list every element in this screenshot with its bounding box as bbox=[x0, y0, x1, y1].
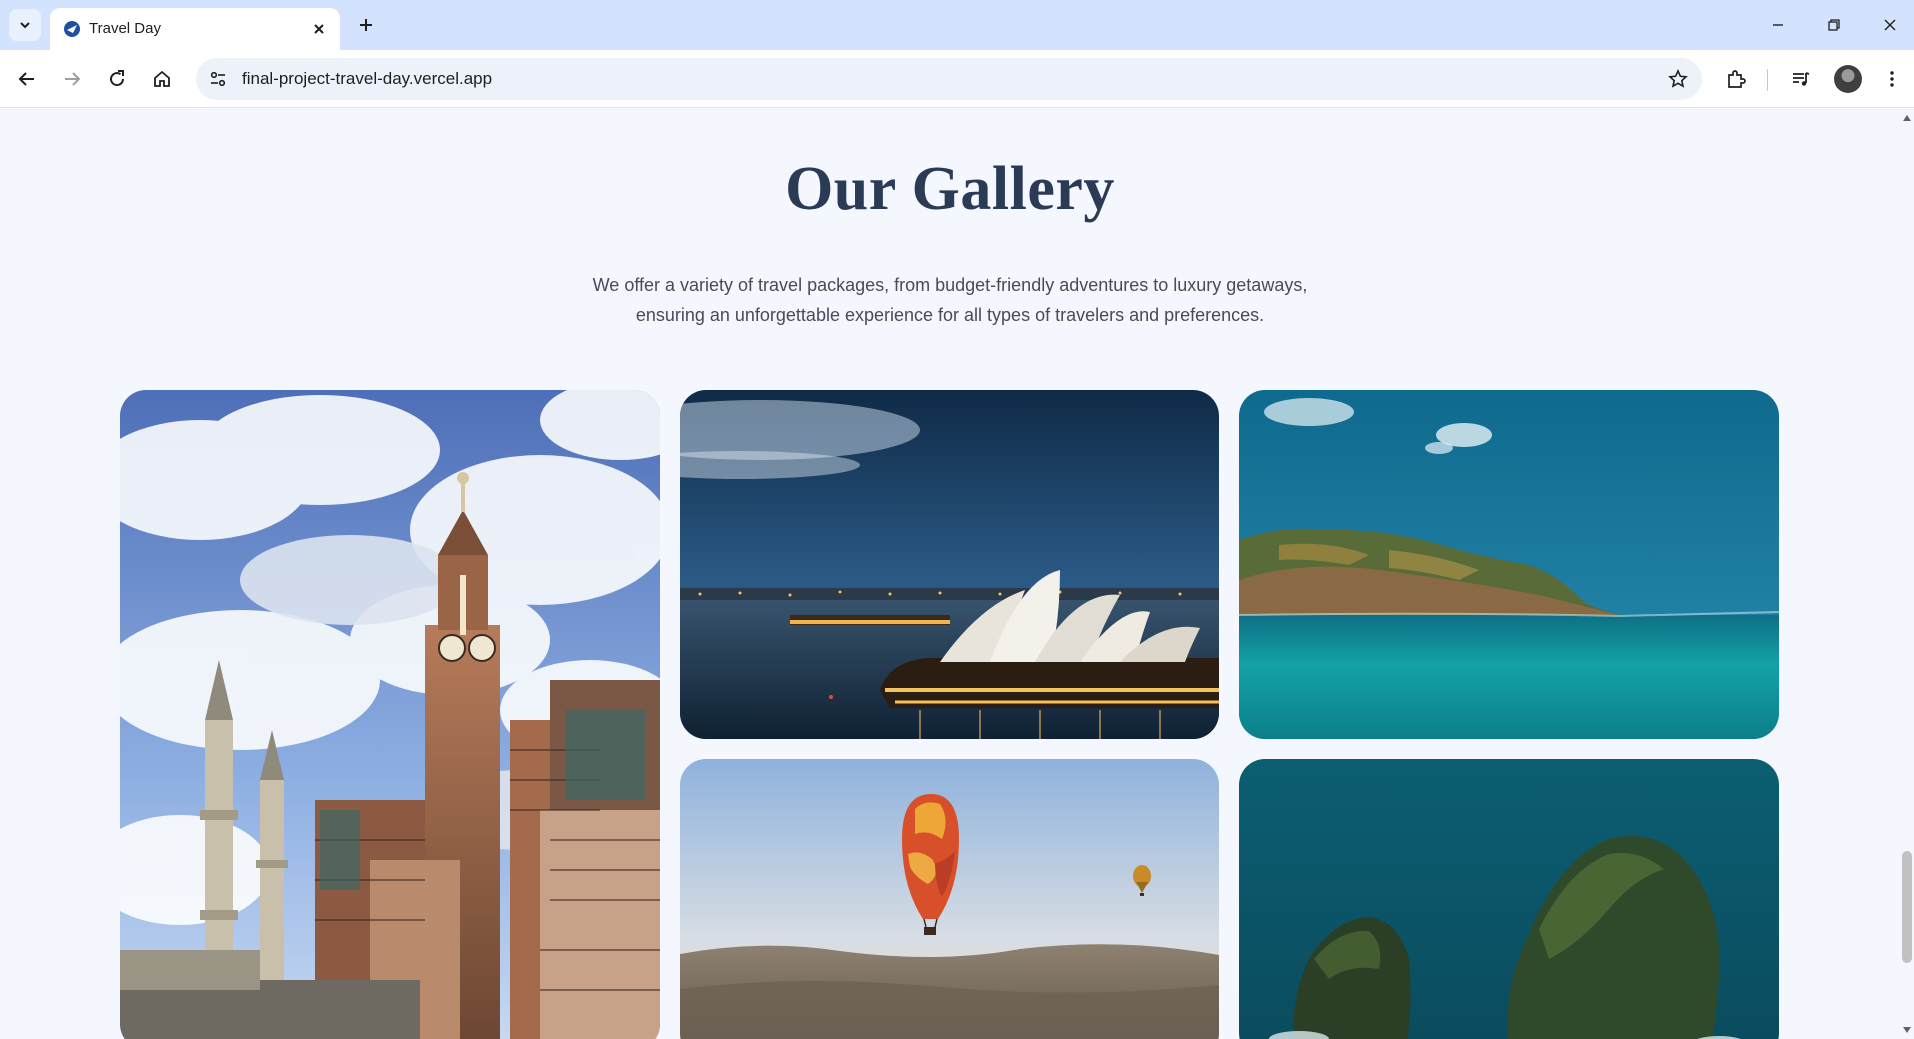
tab-strip: Travel Day bbox=[0, 0, 1914, 50]
restore-button[interactable] bbox=[1814, 10, 1854, 40]
site-favicon-icon bbox=[64, 21, 80, 37]
minimize-button[interactable] bbox=[1758, 10, 1798, 40]
minimize-icon bbox=[1773, 24, 1783, 26]
gallery-description-line-1: We offer a variety of travel packages, f… bbox=[592, 275, 1308, 295]
home-icon bbox=[154, 70, 170, 87]
profile-avatar[interactable] bbox=[1834, 65, 1862, 93]
close-icon bbox=[1884, 19, 1896, 31]
queue-music-icon bbox=[1793, 72, 1810, 86]
page-scrollbar[interactable] bbox=[1900, 109, 1914, 1039]
forward-button[interactable] bbox=[56, 63, 88, 95]
gallery-image-clock-tower[interactable] bbox=[120, 390, 660, 1039]
balloons-illustration bbox=[680, 759, 1219, 1039]
tab-close-button[interactable] bbox=[308, 18, 330, 40]
gallery-image-coastal-cliff[interactable] bbox=[1239, 390, 1779, 739]
gallery-image-hot-air-balloons[interactable] bbox=[680, 759, 1219, 1039]
site-info-button[interactable] bbox=[206, 67, 230, 91]
gallery-description: We offer a variety of travel packages, f… bbox=[560, 270, 1340, 330]
url-text[interactable]: final-project-travel-day.vercel.app bbox=[242, 69, 492, 89]
reload-icon bbox=[110, 70, 125, 87]
arrow-left-icon bbox=[18, 72, 34, 86]
star-icon bbox=[1668, 69, 1688, 88]
plus-icon bbox=[360, 19, 372, 31]
gallery-title: Our Gallery bbox=[785, 155, 1115, 223]
reload-button[interactable] bbox=[101, 63, 133, 95]
bookmark-button[interactable] bbox=[1666, 67, 1690, 91]
back-button[interactable] bbox=[11, 63, 43, 95]
gallery-description-line-2: ensuring an unforgettable experience for… bbox=[635, 305, 1265, 325]
clock-tower-illustration bbox=[120, 390, 660, 1039]
tab-title: Travel Day bbox=[89, 20, 161, 37]
chevron-down-icon bbox=[20, 22, 30, 29]
extensions-button[interactable] bbox=[1720, 63, 1752, 95]
home-button[interactable] bbox=[146, 63, 178, 95]
arrow-right-icon bbox=[65, 72, 81, 86]
media-controls-button[interactable] bbox=[1785, 63, 1817, 95]
browser-toolbar: final-project-travel-day.vercel.app bbox=[0, 50, 1914, 108]
gallery-image-ocean-rock[interactable] bbox=[1239, 759, 1779, 1039]
puzzle-icon bbox=[1728, 70, 1746, 88]
address-bar[interactable]: final-project-travel-day.vercel.app bbox=[196, 58, 1702, 100]
menu-button[interactable] bbox=[1876, 63, 1908, 95]
scroll-up-arrow-icon[interactable] bbox=[1903, 115, 1911, 121]
new-tab-button[interactable] bbox=[353, 12, 379, 38]
scrollbar-thumb[interactable] bbox=[1902, 851, 1912, 963]
scroll-down-arrow-icon[interactable] bbox=[1903, 1027, 1911, 1033]
tune-icon bbox=[210, 71, 226, 87]
more-vertical-icon bbox=[1890, 71, 1894, 87]
ocean-rock-illustration bbox=[1239, 759, 1779, 1039]
gallery-image-opera-house[interactable] bbox=[680, 390, 1219, 739]
restore-icon bbox=[1828, 19, 1840, 31]
close-icon bbox=[314, 24, 324, 34]
page-viewport: Our Gallery We offer a variety of travel… bbox=[0, 109, 1900, 1039]
tab-travel-day[interactable]: Travel Day bbox=[50, 8, 340, 50]
toolbar-separator bbox=[1767, 69, 1768, 91]
close-window-button[interactable] bbox=[1870, 10, 1910, 40]
tab-search-button[interactable] bbox=[9, 9, 41, 41]
coastal-cliff-illustration bbox=[1239, 390, 1779, 739]
opera-house-illustration bbox=[680, 390, 1219, 739]
